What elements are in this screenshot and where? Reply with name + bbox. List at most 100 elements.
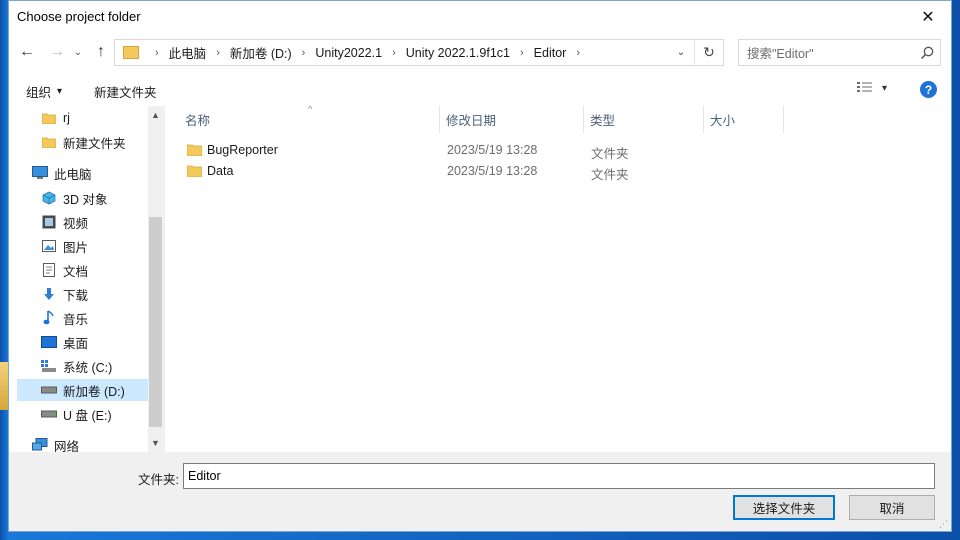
sidebar-item-label: 图片 [63,240,89,255]
arrow-left-icon: ← [19,43,35,60]
refresh-button[interactable]: ↻ [694,40,723,65]
file-name: Data [207,164,234,178]
column-header-date[interactable]: 修改日期 [440,106,583,133]
search-box [738,39,941,67]
sidebar-item-label: 音乐 [63,312,89,327]
drive-icon [41,382,57,398]
sidebar-item-label: 桌面 [63,336,89,351]
help-button[interactable]: ? [920,81,937,98]
breadcrumb-item[interactable]: Unity2022.1 [315,46,382,60]
breadcrumb-separator-icon[interactable]: › [576,47,580,59]
file-list: ^ 名称 修改日期 类型 大小 BugReporter 2023/5/19 13… [165,104,951,452]
folder-field-label: 文件夹: [138,473,179,487]
network-icon [32,437,48,453]
back-button[interactable]: ← [15,40,39,64]
table-row[interactable]: BugReporter 2023/5/19 13:28 文件夹 [165,140,951,161]
picture-icon [41,238,57,254]
organize-button[interactable]: 组织 ▾ [26,82,62,101]
cube-icon [41,190,57,206]
sidebar-item-label: 系统 (C:) [63,360,113,375]
computer-icon [32,165,48,181]
breadcrumb-item[interactable]: Editor [534,46,567,60]
forward-button[interactable]: → [45,40,69,64]
breadcrumb-item[interactable]: Unity 2022.1.9f1c1 [406,46,510,60]
dropdown-arrow-icon: ▾ [57,86,63,97]
sidebar-item-drive-d[interactable]: 新加卷 (D:) [17,379,148,401]
file-type: 文件夹 [591,168,629,182]
sidebar-item-new-folder[interactable]: 新建文件夹 [41,131,148,153]
sidebar-item-label: 3D 对象 [63,192,108,207]
sidebar-item-drive-c[interactable]: 系统 (C:) [41,355,148,377]
folder-icon [123,46,139,59]
breadcrumb-separator-icon: › [155,46,159,59]
sidebar-item-documents[interactable]: 文档 [41,259,148,281]
choose-folder-dialog: Choose project folder ✕ ← → ⌄ ↑ › 此电脑 › … [8,0,952,532]
dialog-footer: 文件夹: 选择文件夹 取消 ⋰ [9,452,951,531]
select-folder-button[interactable]: 选择文件夹 [733,495,835,520]
new-folder-button[interactable]: 新建文件夹 [94,82,157,101]
navigation-pane: rj 新建文件夹 此电脑 3D 对象 视频 图片 文档 下载 音乐 桌面 系统 … [9,106,163,454]
column-header-size[interactable]: 大小 [704,106,783,133]
sidebar-item-drive-e[interactable]: U 盘 (E:) [41,403,148,425]
sidebar-item-rj[interactable]: rj [41,107,148,129]
close-button[interactable]: ✕ [905,1,951,32]
video-icon [41,214,57,230]
scroll-up-button[interactable]: ▲ [148,106,163,124]
sidebar-scrollbar[interactable]: ▲ ▼ [148,106,163,452]
chevron-down-icon: ⌄ [676,47,686,58]
folder-icon [187,144,202,156]
breadcrumb-separator-icon[interactable]: › [302,47,306,59]
scroll-down-button[interactable]: ▼ [148,434,163,452]
view-options-button[interactable]: ▾ [857,81,887,95]
breadcrumb-item[interactable]: 新加卷 (D:) [230,43,292,62]
sidebar-item-label: 视频 [63,216,89,231]
arrow-up-icon: ↑ [97,43,105,60]
music-icon [41,310,57,326]
breadcrumb-separator-icon[interactable]: › [392,47,396,59]
scrollbar-thumb[interactable] [149,217,162,427]
file-modified: 2023/5/19 13:28 [447,143,538,157]
usb-drive-icon [41,406,57,422]
navigation-bar: ← → ⌄ ↑ › 此电脑 › 新加卷 (D:) › Unity2022.1 ›… [9,32,951,72]
arrow-right-icon: → [49,43,65,60]
help-icon: ? [924,82,933,97]
details-view-icon [857,82,872,92]
organize-label: 组织 [26,86,52,100]
recent-locations-button[interactable]: ⌄ [71,40,85,64]
sidebar-item-downloads[interactable]: 下载 [41,283,148,305]
sidebar-item-label: 下载 [63,288,89,303]
sidebar-item-label: U 盘 (E:) [63,408,112,423]
column-divider[interactable] [783,106,784,133]
table-row[interactable]: Data 2023/5/19 13:28 文件夹 [165,161,951,182]
dropdown-arrow-icon: ▾ [882,82,888,94]
address-dropdown-button[interactable]: ⌄ [669,40,693,65]
breadcrumb: › 此电脑 › 新加卷 (D:) › Unity2022.1 › Unity 2… [145,43,590,62]
breadcrumb-separator-icon[interactable]: › [520,47,524,59]
sidebar-item-pictures[interactable]: 图片 [41,235,148,257]
file-modified: 2023/5/19 13:28 [447,164,538,178]
up-button[interactable]: ↑ [89,40,113,64]
resize-grip-icon[interactable]: ⋰ [939,519,949,529]
sidebar-item-videos[interactable]: 视频 [41,211,148,233]
breadcrumb-item[interactable]: 此电脑 [169,43,207,62]
sidebar-item-3d-objects[interactable]: 3D 对象 [41,187,148,209]
sidebar-item-desktop[interactable]: 桌面 [41,331,148,353]
search-input[interactable] [739,40,919,67]
sidebar-item-this-pc[interactable]: 此电脑 [32,162,148,184]
sidebar-item-music[interactable]: 音乐 [41,307,148,329]
sidebar-item-label: 新建文件夹 [63,136,126,151]
sidebar-item-label: rj [63,111,70,125]
folder-icon [187,165,202,177]
breadcrumb-separator-icon[interactable]: › [216,47,220,59]
column-header-name[interactable]: 名称 [179,106,439,133]
folder-name-input[interactable] [183,463,935,489]
chevron-down-icon: ⌄ [73,46,83,58]
command-bar: 组织 ▾ 新建文件夹 ▾ ? [9,72,951,107]
refresh-icon: ↻ [703,44,715,60]
cancel-button[interactable]: 取消 [849,495,935,520]
address-bar[interactable]: › 此电脑 › 新加卷 (D:) › Unity2022.1 › Unity 2… [114,39,724,66]
sidebar-item-label: 新加卷 (D:) [63,384,125,399]
drive-icon [41,358,57,374]
column-header-type[interactable]: 类型 [584,106,703,133]
search-icon[interactable] [918,44,936,62]
